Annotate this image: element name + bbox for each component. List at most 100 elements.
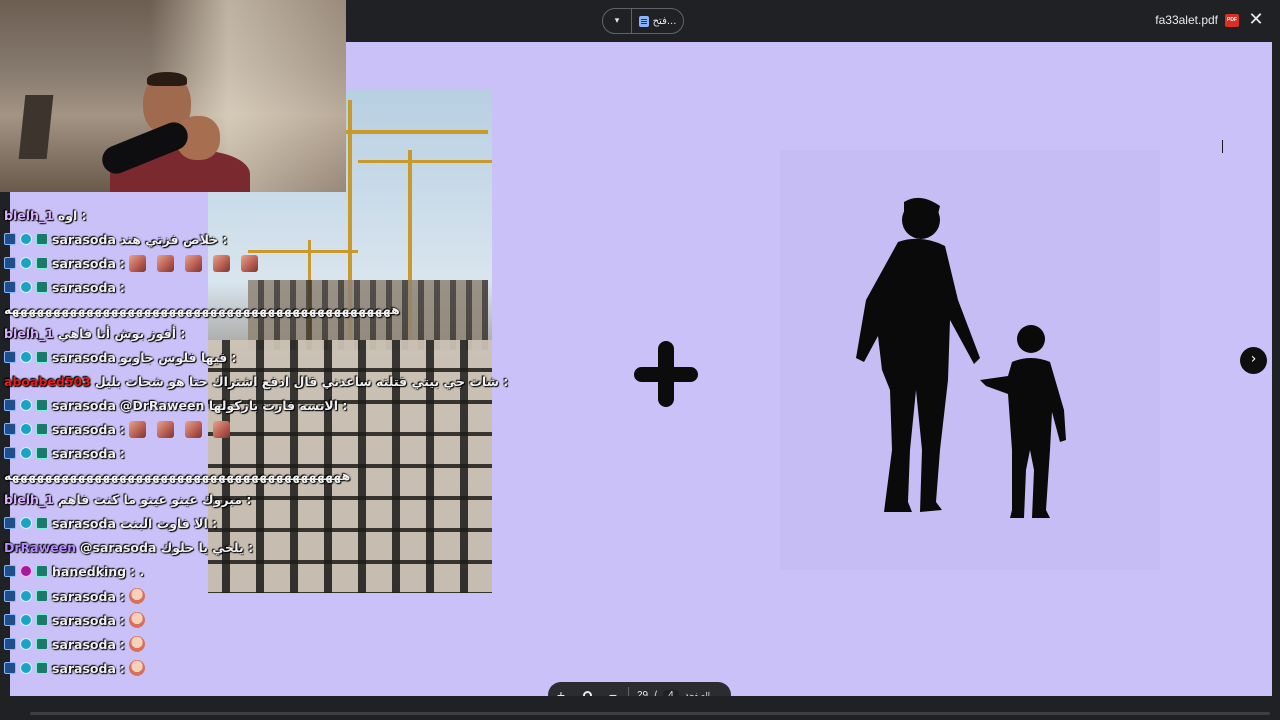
girl-emoji-icon [128,588,145,604]
chat-badge-icon [4,423,16,435]
chat-message: sarasoda الا فاوت البنت : [4,512,217,534]
view-mode-selector[interactable]: ▾ فتح... [602,8,684,34]
chat-message: blelh_1 اوه : [4,204,87,226]
chat-username[interactable]: sarasoda [52,589,116,604]
chat-badge-icon [20,614,32,626]
chat-badge-icon [36,257,48,269]
chat-message: sarasoda: [4,633,145,655]
chat-message: hanedking: . [4,560,144,582]
chat-message: sarasoda: [4,252,265,274]
chevron-right-icon: › [1250,351,1257,367]
chat-username[interactable]: DrRaween [4,540,76,555]
chat-username[interactable]: sarasoda [52,256,116,271]
chat-username[interactable]: hanedking [52,564,126,579]
chat-badge-icon [4,614,16,626]
chat-username[interactable]: sarasoda [52,398,116,413]
chat-badge-icon [4,662,16,674]
chat-text: أفوز بوش أنا فاهي : [57,325,186,341]
chat-username[interactable]: sarasoda [52,422,116,437]
chat-text: : [119,612,125,628]
chat-emote-icon [128,420,146,438]
chat-text: : [119,279,125,295]
bottom-bar [0,696,1280,720]
chat-username[interactable]: blelh_1 [4,492,54,507]
view-mode-label[interactable]: فتح... [632,15,683,27]
chat-badge-icon [36,233,48,245]
chat-message: sarasoda: [4,442,125,464]
chat-badge-icon [36,399,48,411]
wall-frame [18,95,54,159]
chat-badge-icon [20,662,32,674]
webcam-overlay [0,0,346,192]
chat-text: : [119,660,125,676]
chat-text: مبروك عينو عينو ما كنت فاهم : [57,491,252,507]
chat-badge-icon [4,517,16,529]
streamer-hair [147,72,187,86]
chat-badge-icon [4,590,16,602]
chat-message: blelh_1 مبروك عينو عينو ما كنت فاهم : [4,488,251,510]
chat-username[interactable]: sarasoda [52,637,116,652]
chat-message: هههههههههههههههههههههههههههههههههههههههه… [4,298,400,320]
father-son-silhouette [780,150,1160,570]
chat-emote-icon [184,420,202,438]
chat-message: DrRaween @sarasoda يلخي يا حلوك : [4,536,253,558]
view-mode-text: فتح... [652,15,677,27]
chat-text: : [119,445,125,461]
chat-text: خلاص فزتي هند : [119,231,228,247]
chat-badge-icon [4,638,16,650]
chat-username[interactable]: sarasoda [52,613,116,628]
chat-badge-icon [20,638,32,650]
chat-username[interactable]: sarasoda [52,516,116,531]
chat-username[interactable]: blelh_1 [4,208,54,223]
girl-emoji-icon [128,636,145,652]
chat-badge-icon [36,351,48,363]
chat-username[interactable]: sarasoda [52,350,116,365]
chat-badge-icon [20,590,32,602]
chat-text: : [119,255,125,271]
close-icon[interactable]: ✕ [1246,9,1266,31]
chat-message: sarasoda: [4,609,145,631]
chat-text: @DrRaween الانسه فازت بازكولها : [119,397,348,413]
chat-badge-icon [36,662,48,674]
chat-badge-icon [36,614,48,626]
chat-badge-icon [36,638,48,650]
chat-badge-icon [36,590,48,602]
chat-badge-icon [20,565,32,577]
chat-badge-icon [36,565,48,577]
chat-emote-icon [156,420,174,438]
chat-badge-icon [4,257,16,269]
next-page-button[interactable]: › [1240,347,1267,374]
chat-username[interactable]: blelh_1 [4,326,54,341]
chat-badge-icon [20,399,32,411]
chat-emote-icon [240,254,258,272]
text-cursor [1222,140,1223,153]
chat-text: هههههههههههههههههههههههههههههههههههههههه… [4,301,400,317]
pdf-file-icon: PDF [1225,14,1239,27]
chat-message: sarasoda: [4,657,145,679]
chat-badge-icon [4,281,16,293]
plus-icon [634,341,698,407]
progress-track [30,712,1270,715]
chat-badge-icon [20,351,32,363]
chat-username[interactable]: sarasoda [52,280,116,295]
chat-username[interactable]: sarasoda [52,232,116,247]
chat-message: blelh_1 أفوز بوش أنا فاهي : [4,322,185,344]
chat-username[interactable]: sarasoda [52,446,116,461]
chat-badge-icon [4,351,16,363]
chat-text: الا فاوت البنت : [119,515,218,531]
chat-badge-icon [4,233,16,245]
chat-username[interactable]: sarasoda [52,661,116,676]
chat-badge-icon [4,447,16,459]
chevron-down-icon[interactable]: ▾ [603,9,632,33]
chat-message: هههههههههههههههههههههههههههههههههههههههه… [4,464,350,486]
silhouette-svg [856,197,1066,518]
chat-text: : [119,421,125,437]
chat-badge-icon [20,423,32,435]
chat-badge-icon [36,447,48,459]
chat-text: : [119,588,125,604]
chat-emote-icon [212,254,230,272]
chat-message: sarasoda @DrRaween الانسه فازت بازكولها : [4,394,347,416]
chat-username[interactable]: aboabed503 [4,374,91,389]
chat-emote-icon [128,254,146,272]
chat-message: sarasoda فيها فلوس جاوبو : [4,346,237,368]
